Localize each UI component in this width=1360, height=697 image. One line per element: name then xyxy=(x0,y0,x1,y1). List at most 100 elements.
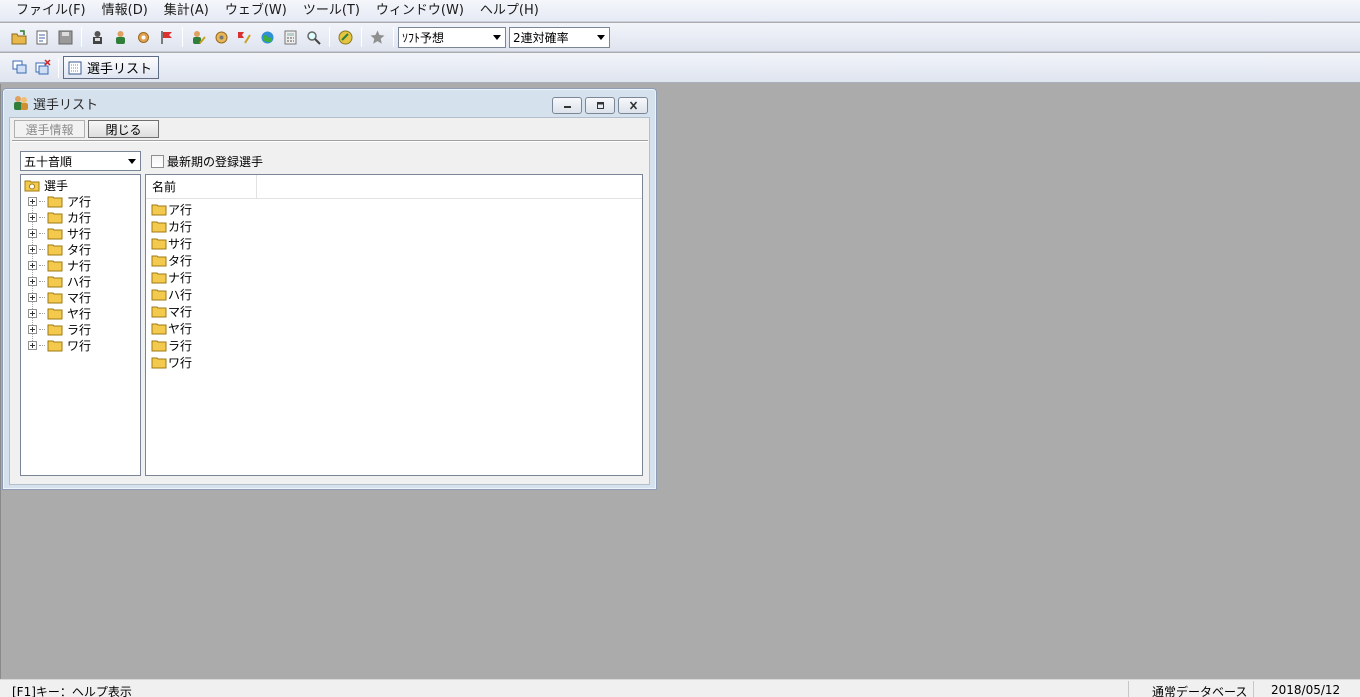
restore-button[interactable] xyxy=(585,97,615,114)
tree-item[interactable]: ワ行 xyxy=(28,337,91,353)
expand-icon[interactable] xyxy=(28,340,37,350)
globe-icon[interactable] xyxy=(256,26,279,49)
expand-icon[interactable] xyxy=(28,212,37,222)
tree-item[interactable]: ヤ行 xyxy=(28,305,91,321)
folder-icon xyxy=(47,340,63,351)
list-window-icon xyxy=(68,61,82,74)
expand-icon[interactable] xyxy=(28,228,37,238)
list-item[interactable]: ラ行 xyxy=(146,337,642,354)
tree-item-label: ハ行 xyxy=(67,274,92,289)
player-tree[interactable]: 選手 ア行 カ行 サ行 タ行 ナ行 ハ行 マ行 ヤ行 ラ行 ワ行 xyxy=(20,174,141,476)
folder-icon xyxy=(47,212,63,223)
menu-info[interactable]: 情報(D) xyxy=(94,1,156,21)
list-item[interactable]: ハ行 xyxy=(146,286,642,303)
flags-icon[interactable] xyxy=(233,26,256,49)
menu-tools[interactable]: ツール(T) xyxy=(295,1,368,21)
menu-bar: ファイル(F) 情報(D) 集計(A) ウェブ(W) ツール(T) ウィンドウ(… xyxy=(0,0,1360,22)
racer-icon[interactable] xyxy=(109,26,132,49)
menu-web[interactable]: ウェブ(W) xyxy=(217,1,295,21)
save-icon[interactable] xyxy=(54,26,77,49)
help-hint: [F1]キー：ヘルプ表示 xyxy=(12,685,132,697)
folder-icon xyxy=(47,228,63,239)
list-item[interactable]: ナ行 xyxy=(146,269,642,286)
list-item[interactable]: ヤ行 xyxy=(146,320,642,337)
tree-item[interactable]: カ行 xyxy=(28,209,91,225)
expand-icon[interactable] xyxy=(28,292,37,302)
close-window-button[interactable]: 閉じる xyxy=(88,120,159,138)
window-toolbar: 選手リスト xyxy=(0,53,1360,83)
list-item-label: ナ行 xyxy=(168,271,193,285)
red-flag-icon[interactable] xyxy=(155,26,178,49)
tree-item[interactable]: ア行 xyxy=(28,193,91,209)
folder-icon xyxy=(151,340,167,352)
web-icon[interactable] xyxy=(334,26,357,49)
star-icon[interactable] xyxy=(366,26,389,49)
close-button[interactable] xyxy=(618,97,648,114)
column-header-name[interactable]: 名前 xyxy=(146,175,257,198)
caption-buttons xyxy=(552,97,648,114)
list-item[interactable]: カ行 xyxy=(146,218,642,235)
list-item[interactable]: タ行 xyxy=(146,252,642,269)
menu-help[interactable]: ヘルプ(H) xyxy=(472,1,547,21)
minimize-icon xyxy=(563,106,571,108)
expand-icon[interactable] xyxy=(28,308,37,318)
tree-item-label: サ行 xyxy=(67,226,92,241)
player-list-view[interactable]: 名前 ア行 カ行 サ行 タ行 ナ行 ハ行 マ行 ヤ行 ラ行 ワ行 xyxy=(145,174,643,476)
expand-icon[interactable] xyxy=(28,276,37,286)
tree-item[interactable]: ハ行 xyxy=(28,273,91,289)
racers-icon[interactable] xyxy=(86,26,109,49)
probability-select[interactable]: 2連対確率 xyxy=(509,26,610,48)
cascade-windows-icon[interactable] xyxy=(8,56,31,79)
document-icon[interactable] xyxy=(31,26,54,49)
minimize-button[interactable] xyxy=(552,97,582,114)
expand-icon[interactable] xyxy=(28,196,37,206)
tree-item-label: ラ行 xyxy=(67,322,92,337)
list-item-label: タ行 xyxy=(168,254,193,268)
window-title: 選手リスト xyxy=(33,97,99,113)
tree-item-label: ワ行 xyxy=(67,338,92,353)
tree-root[interactable]: 選手 xyxy=(24,177,68,193)
calculator-icon[interactable] xyxy=(279,26,302,49)
tree-item[interactable]: ナ行 xyxy=(28,257,91,273)
tree-item[interactable]: サ行 xyxy=(28,225,91,241)
folder-icon xyxy=(151,272,167,284)
open-folder-icon[interactable] xyxy=(8,26,31,49)
tree-item[interactable]: マ行 xyxy=(28,289,91,305)
folder-icon xyxy=(47,244,63,255)
racers-icon xyxy=(14,96,28,110)
expand-icon[interactable] xyxy=(28,324,37,334)
menu-window[interactable]: ウィンドウ(W) xyxy=(368,1,472,21)
latest-period-checkbox[interactable] xyxy=(151,155,164,168)
latest-period-checkbox-row[interactable]: 最新期の登録選手 xyxy=(151,153,263,170)
settings-icon[interactable] xyxy=(210,26,233,49)
list-item[interactable]: サ行 xyxy=(146,235,642,252)
magnifier-icon[interactable] xyxy=(302,26,325,49)
window-tab-player-list[interactable]: 選手リスト xyxy=(63,56,160,79)
folder-icon xyxy=(151,221,167,233)
folder-icon xyxy=(151,204,167,216)
gear-icon[interactable] xyxy=(132,26,155,49)
menu-aggregate[interactable]: 集計(A) xyxy=(156,1,217,21)
list-item[interactable]: マ行 xyxy=(146,303,642,320)
sort-order-select[interactable]: 五十音順 xyxy=(20,151,141,171)
close-all-windows-icon[interactable] xyxy=(31,56,54,79)
window-body: 選手情報 閉じる 五十音順 最新期の登録選手 選手 ア行 カ行 サ行 タ行 ナ行… xyxy=(9,117,650,485)
list-item[interactable]: ワ行 xyxy=(146,354,642,371)
list-item-label: サ行 xyxy=(168,237,193,251)
list-item[interactable]: ア行 xyxy=(146,201,642,218)
chevron-down-icon xyxy=(128,158,136,164)
close-icon xyxy=(629,101,637,110)
expand-icon[interactable] xyxy=(28,260,37,270)
edit-racer-icon[interactable] xyxy=(187,26,210,49)
tree-item[interactable]: タ行 xyxy=(28,241,91,257)
toolbar-separator xyxy=(329,27,330,47)
tree-item[interactable]: ラ行 xyxy=(28,321,91,337)
expand-icon[interactable] xyxy=(28,244,37,254)
chevron-down-icon xyxy=(493,34,501,40)
menu-file[interactable]: ファイル(F) xyxy=(8,1,94,21)
list-header: 名前 xyxy=(146,175,642,199)
player-info-button[interactable]: 選手情報 xyxy=(14,120,85,138)
predict-select[interactable]: ｿﾌﾄ予想 xyxy=(398,26,506,48)
folder-icon xyxy=(47,196,63,207)
toolbar-separator xyxy=(182,27,183,47)
